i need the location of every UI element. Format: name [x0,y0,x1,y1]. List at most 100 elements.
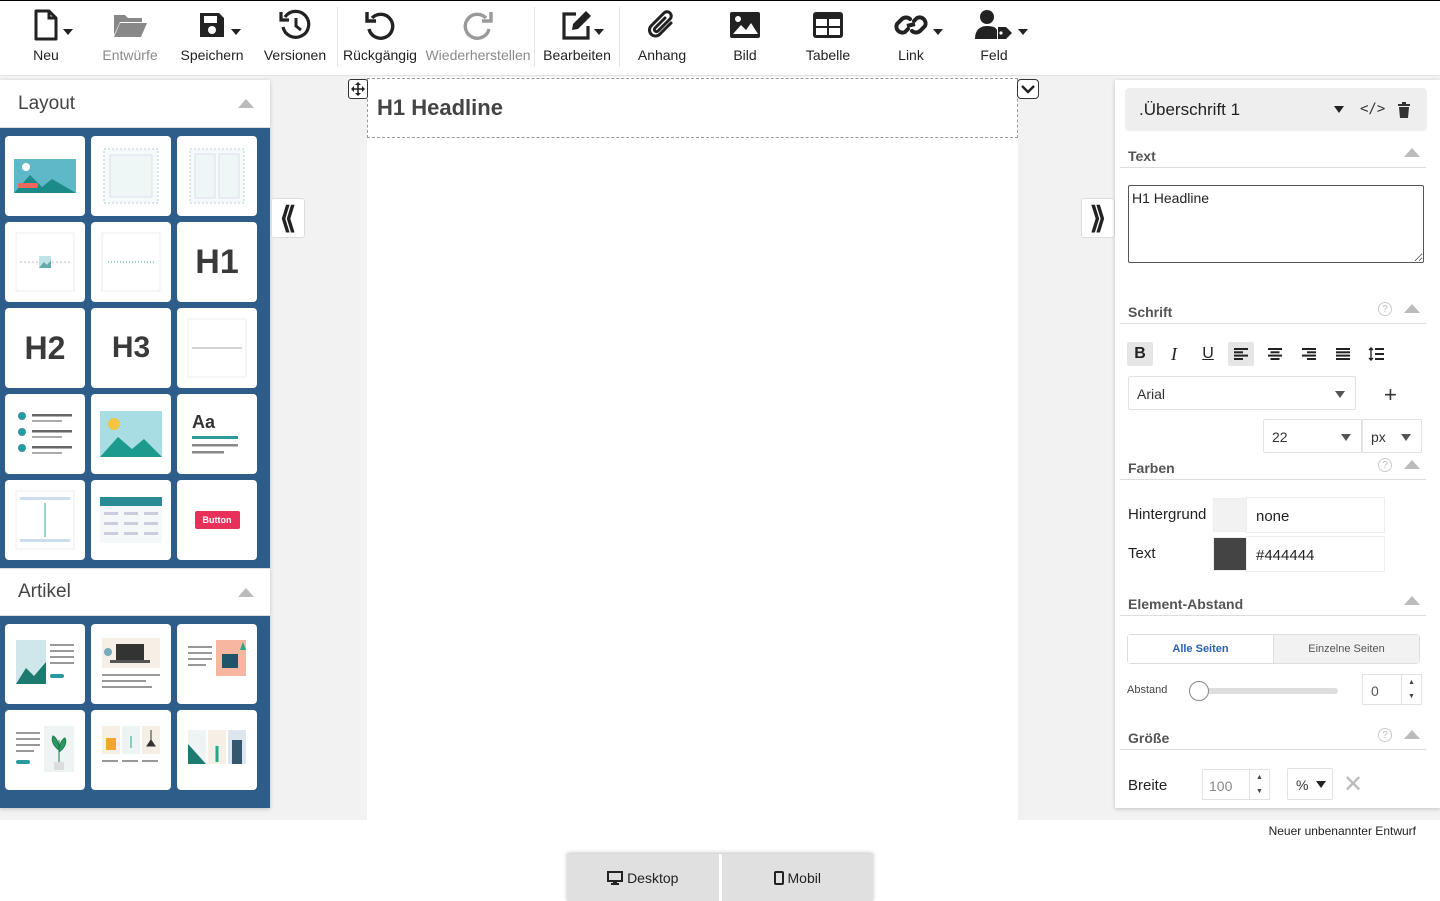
align-left-button[interactable] [1228,342,1254,366]
field-button[interactable]: Feld [975,7,1028,71]
collapse-up-icon[interactable] [238,587,254,597]
article-section-header[interactable]: Artikel [0,568,270,616]
tile-text[interactable]: Aa [177,394,257,474]
spacing-slider-track[interactable] [1195,688,1338,694]
tile-line[interactable] [177,308,257,388]
text-color-input[interactable]: #444444 [1246,536,1385,572]
help-icon[interactable]: ? [1378,458,1392,472]
stepper-arrows[interactable]: ▲ ▼ [1401,675,1421,704]
tile-frame[interactable] [91,136,171,216]
add-font-icon[interactable]: + [1384,382,1397,408]
redo-button[interactable]: Wiederherstellen [425,7,531,71]
spacing-section-header[interactable]: Element-Abstand [1120,586,1426,616]
article-gallery-icon [102,726,160,762]
font-section-title: Schrift [1128,304,1173,320]
text-color-swatch[interactable] [1213,537,1247,571]
save-button[interactable]: Speichern [180,7,244,71]
tile-h1[interactable]: H1 [177,222,257,302]
trash-icon[interactable] [1397,102,1411,118]
attachment-button[interactable]: Anhang [636,7,688,71]
document-canvas[interactable] [367,77,1018,820]
align-center-button[interactable] [1262,342,1288,366]
article-tile-6[interactable] [177,710,257,790]
justify-button[interactable] [1330,342,1356,366]
tile-h3[interactable]: H3 [91,308,171,388]
article-tile-4[interactable] [5,710,85,790]
tile-hero-image[interactable] [5,136,85,216]
save-label: Speichern [180,47,244,63]
mobile-view-button[interactable]: Mobil [718,854,874,901]
selected-headline-block[interactable]: H1 Headline [367,78,1018,138]
font-unit-select[interactable]: px [1362,419,1422,453]
table-button[interactable]: Tabelle [803,7,853,71]
tile-image[interactable] [91,394,171,474]
arrow-down-icon[interactable]: ▼ [1408,693,1415,700]
background-color-swatch[interactable] [1213,498,1247,532]
font-size-select[interactable]: 22 [1263,419,1362,453]
size-section-header[interactable]: Größe? [1120,720,1426,750]
collapse-up-icon[interactable] [1404,596,1420,605]
tile-divider[interactable] [91,222,171,302]
edit-button[interactable]: Bearbeiten [543,7,611,71]
arrow-down-icon[interactable]: ▼ [1256,788,1263,795]
width-unit-select[interactable]: % [1287,768,1333,800]
separator [619,7,620,67]
article-tile-2[interactable] [91,624,171,704]
help-icon[interactable]: ? [1378,728,1392,742]
new-button[interactable]: Neu [28,7,73,71]
spacing-stepper[interactable]: 0 ▲ ▼ [1362,674,1422,705]
layout-section-header[interactable]: Layout [0,80,270,128]
spacing-slider-handle[interactable] [1189,681,1209,701]
tile-image-small[interactable] [5,222,85,302]
align-center-icon [1268,348,1282,360]
tile-two-columns[interactable] [177,136,257,216]
font-section-header[interactable]: Schrift? [1120,294,1426,324]
tile-checklist[interactable] [5,394,85,474]
arrow-up-icon[interactable]: ▲ [1408,679,1415,686]
align-right-button[interactable] [1296,342,1322,366]
stepper-arrows[interactable]: ▲ ▼ [1249,770,1269,799]
tile-table[interactable] [91,480,171,560]
line-height-button[interactable] [1363,342,1389,366]
collapse-up-icon[interactable] [238,99,254,108]
headline-textarea[interactable] [1128,185,1424,263]
block-options-button[interactable] [1017,79,1039,99]
collapse-up-icon[interactable] [1404,730,1420,739]
arrow-up-icon[interactable]: ▲ [1256,774,1263,781]
background-color-input[interactable]: none [1246,497,1385,533]
collapse-up-icon[interactable] [1404,460,1420,469]
width-stepper[interactable]: 100 ▲ ▼ [1202,769,1270,800]
chevron-down-icon [933,29,943,35]
code-icon[interactable]: </> [1360,101,1385,117]
undo-button[interactable]: Rückgängig [343,7,417,71]
colors-section-header[interactable]: Farben? [1120,450,1426,480]
drafts-button[interactable]: Entwürfe [100,7,160,71]
italic-button[interactable]: I [1161,342,1187,366]
image-button[interactable]: Bild [725,7,765,71]
collapse-left-panel-button[interactable]: ⟪ [271,198,305,238]
article-tile-3[interactable] [177,624,257,704]
tile-spacer[interactable] [5,480,85,560]
headline-text[interactable]: H1 Headline [377,95,503,121]
desktop-view-button[interactable]: Desktop [567,854,719,901]
single-sides-tab[interactable]: Einzelne Seiten [1273,635,1419,663]
move-handle[interactable] [348,79,368,99]
help-icon[interactable]: ? [1378,302,1392,316]
text-section-header[interactable]: Text [1120,138,1426,168]
article-tile-1[interactable] [5,624,85,704]
chevron-down-icon[interactable] [1334,106,1344,113]
tile-button[interactable]: Button [177,480,257,560]
versions-button[interactable]: Versionen [264,7,326,71]
tile-h2[interactable]: H2 [5,308,85,388]
link-button[interactable]: Link [893,7,943,71]
collapse-up-icon[interactable] [1404,304,1420,313]
element-selector[interactable]: .Überschrift 1 </> [1125,88,1427,131]
article-tile-5[interactable] [91,710,171,790]
underline-button[interactable]: U [1195,342,1221,366]
clear-width-icon[interactable]: ✕ [1343,770,1363,799]
font-family-select[interactable]: Arial [1128,376,1356,410]
collapse-up-icon[interactable] [1404,148,1420,157]
all-sides-tab[interactable]: Alle Seiten [1128,635,1273,663]
bold-button[interactable]: B [1127,342,1153,366]
collapse-right-panel-button[interactable]: ⟫ [1081,198,1115,238]
